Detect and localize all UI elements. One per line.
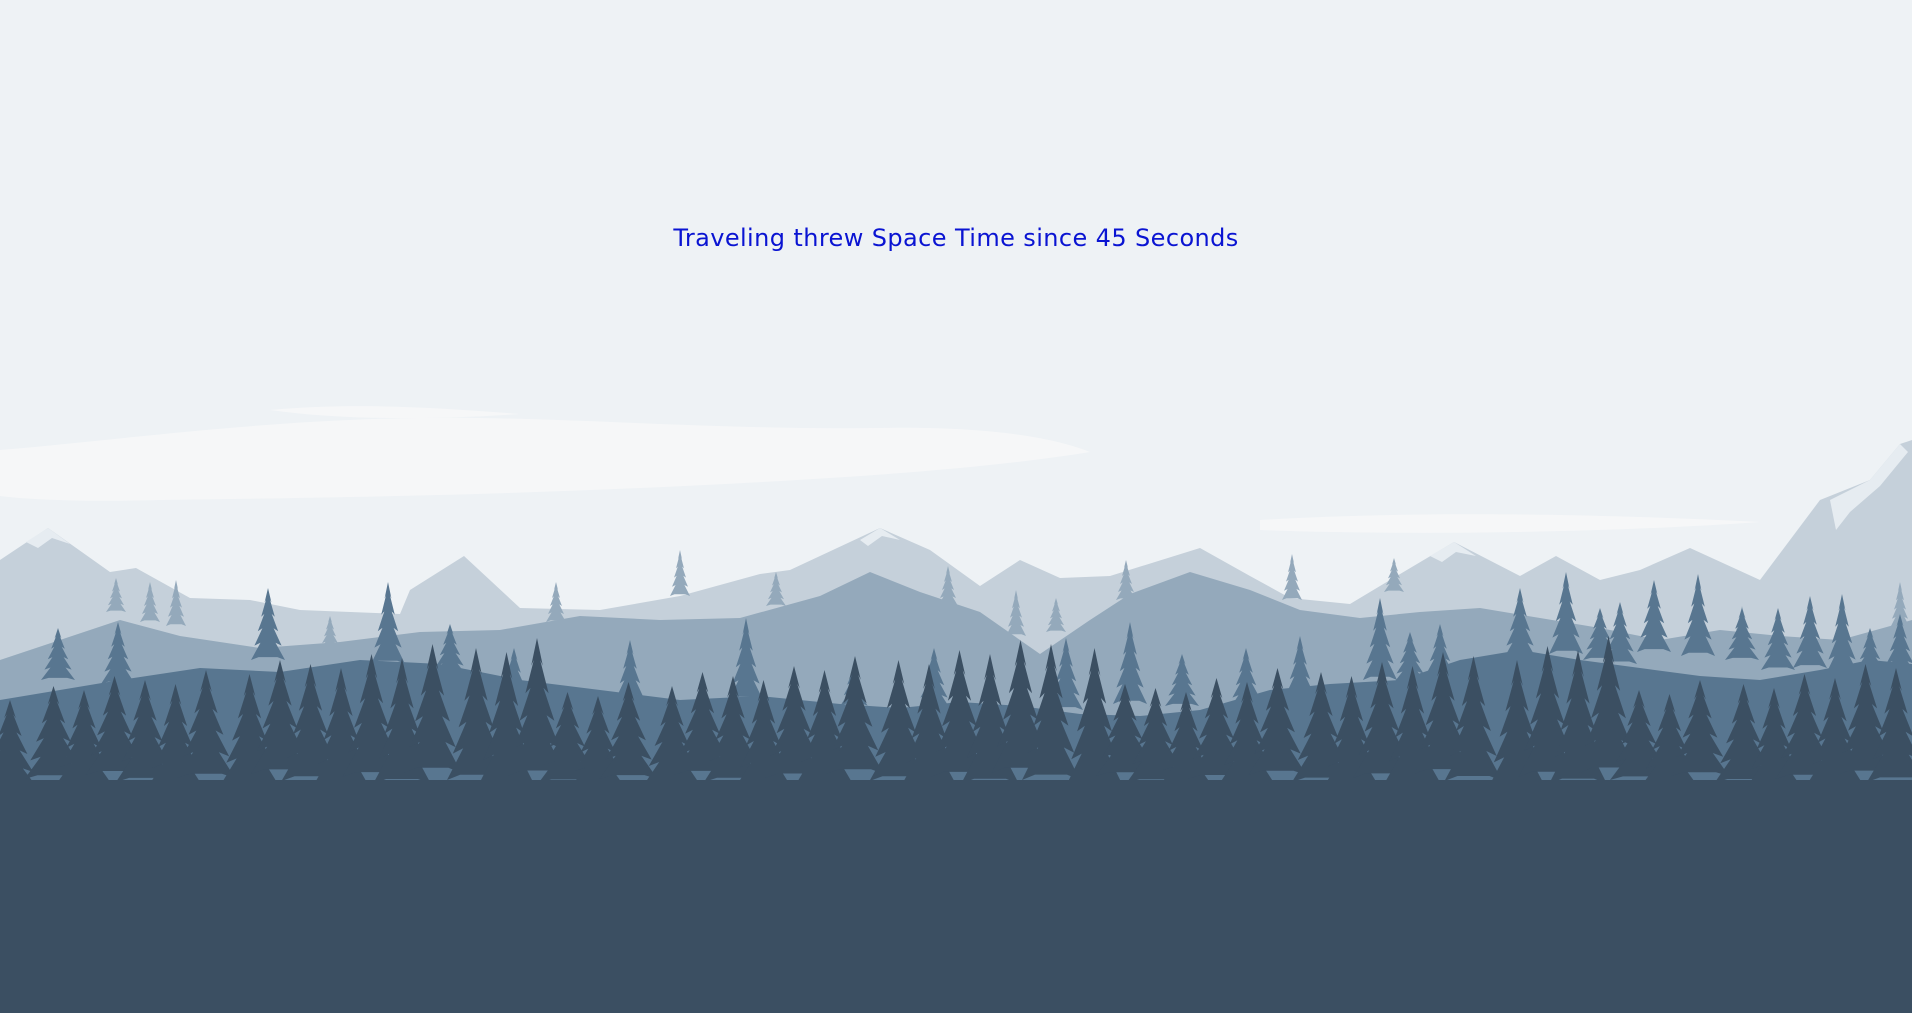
forest-ground bbox=[0, 780, 1912, 1013]
mountain-forest-scene bbox=[0, 0, 1912, 1013]
landscape-page: Traveling threw Space Time since 45 Seco… bbox=[0, 0, 1912, 1013]
time-travel-status-text: Traveling threw Space Time since 45 Seco… bbox=[673, 224, 1239, 252]
